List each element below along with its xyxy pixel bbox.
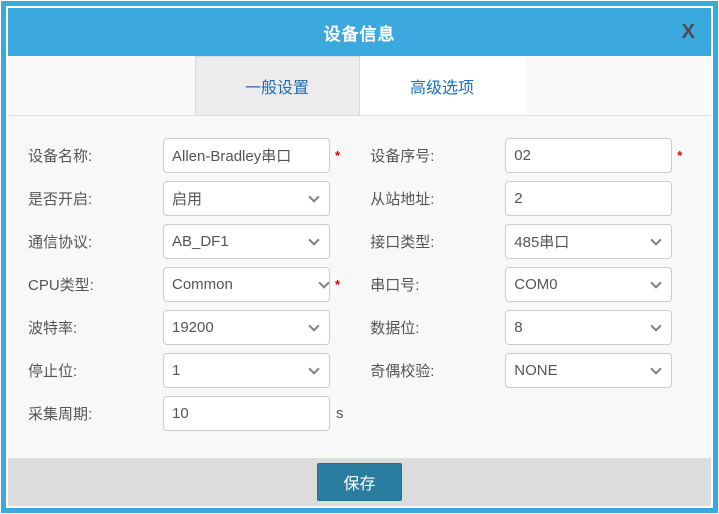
serial-port-select-value: COM0 xyxy=(514,276,557,293)
data-bits-label: 数据位: xyxy=(370,317,505,338)
baud-rate-select[interactable]: 19200 xyxy=(163,310,330,345)
save-button[interactable]: 保存 xyxy=(317,463,401,501)
stop-bits-select[interactable]: 1 xyxy=(163,353,330,388)
collect-period-unit: s xyxy=(336,405,344,422)
slave-address-field: 从站地址: xyxy=(370,180,693,216)
required-asterisk: * xyxy=(335,148,340,163)
parity-label: 奇偶校验: xyxy=(370,360,505,381)
chevron-down-icon xyxy=(651,320,662,331)
chevron-down-icon xyxy=(651,363,662,374)
device-form: 设备名称: * 是否开启: 启用 通 xyxy=(8,116,711,438)
tab-bar: 一般设置 高级选项 xyxy=(8,56,711,116)
chevron-down-icon xyxy=(308,320,319,331)
baud-rate-label: 波特率: xyxy=(28,317,163,338)
device-info-dialog: 设备信息 X 一般设置 高级选项 设备名称: * 是否开启: xyxy=(1,1,718,513)
form-column-left: 设备名称: * 是否开启: 启用 通 xyxy=(28,137,370,438)
serial-port-label: 串口号: xyxy=(370,274,505,295)
device-name-input[interactable] xyxy=(163,138,330,173)
enable-select-value: 启用 xyxy=(172,188,202,209)
data-bits-select[interactable]: 8 xyxy=(505,310,672,345)
stop-bits-label: 停止位: xyxy=(28,360,163,381)
device-name-field: 设备名称: * xyxy=(28,137,370,173)
chevron-down-icon xyxy=(318,277,329,288)
protocol-select[interactable]: AB_DF1 xyxy=(163,224,330,259)
dialog-titlebar: 设备信息 X xyxy=(8,8,711,56)
data-bits-field: 数据位: 8 xyxy=(370,309,693,345)
device-serial-label: 设备序号: xyxy=(370,145,505,166)
interface-type-field: 接口类型: 485串口 xyxy=(370,223,693,259)
stop-bits-field: 停止位: 1 xyxy=(28,352,370,388)
chevron-down-icon xyxy=(651,277,662,288)
protocol-field: 通信协议: AB_DF1 xyxy=(28,223,370,259)
enable-label: 是否开启: xyxy=(28,188,163,209)
tab-advanced-options[interactable]: 高级选项 xyxy=(360,56,525,115)
cpu-type-select[interactable]: Common xyxy=(163,267,330,302)
data-bits-select-value: 8 xyxy=(514,319,522,336)
parity-select-value: NONE xyxy=(514,362,557,379)
form-column-right: 设备序号: * 从站地址: 接口类型: 48 xyxy=(370,137,693,438)
serial-port-select[interactable]: COM0 xyxy=(505,267,672,302)
interface-type-label: 接口类型: xyxy=(370,231,505,252)
serial-port-field: 串口号: COM0 xyxy=(370,266,693,302)
enable-select[interactable]: 启用 xyxy=(163,181,330,216)
stop-bits-select-value: 1 xyxy=(172,362,180,379)
cpu-type-field: CPU类型: Common * xyxy=(28,266,370,302)
slave-address-label: 从站地址: xyxy=(370,188,505,209)
protocol-label: 通信协议: xyxy=(28,231,163,252)
chevron-down-icon xyxy=(308,363,319,374)
device-serial-input[interactable] xyxy=(505,138,672,173)
cpu-type-select-value: Common xyxy=(172,276,233,293)
cpu-type-label: CPU类型: xyxy=(28,274,163,295)
collect-period-field: 采集周期: s xyxy=(28,395,370,431)
baud-rate-field: 波特率: 19200 xyxy=(28,309,370,345)
parity-select[interactable]: NONE xyxy=(505,353,672,388)
interface-type-select[interactable]: 485串口 xyxy=(505,224,672,259)
protocol-select-value: AB_DF1 xyxy=(172,233,229,250)
baud-rate-select-value: 19200 xyxy=(172,319,214,336)
device-serial-field: 设备序号: * xyxy=(370,137,693,173)
interface-type-select-value: 485串口 xyxy=(514,231,569,252)
close-button[interactable]: X xyxy=(682,22,695,42)
enable-field: 是否开启: 启用 xyxy=(28,180,370,216)
chevron-down-icon xyxy=(308,191,319,202)
device-name-label: 设备名称: xyxy=(28,145,163,166)
required-asterisk: * xyxy=(335,277,340,292)
required-asterisk: * xyxy=(677,148,682,163)
chevron-down-icon xyxy=(651,234,662,245)
dialog-title: 设备信息 xyxy=(324,20,396,45)
slave-address-input[interactable] xyxy=(505,181,672,216)
collect-period-input[interactable] xyxy=(163,396,330,431)
parity-field: 奇偶校验: NONE xyxy=(370,352,693,388)
tab-general-settings[interactable]: 一般设置 xyxy=(195,56,360,115)
chevron-down-icon xyxy=(308,234,319,245)
collect-period-label: 采集周期: xyxy=(28,403,163,424)
dialog-body: 一般设置 高级选项 设备名称: * 是否开启: 启用 xyxy=(8,56,711,506)
dialog-footer: 保存 xyxy=(8,458,711,506)
